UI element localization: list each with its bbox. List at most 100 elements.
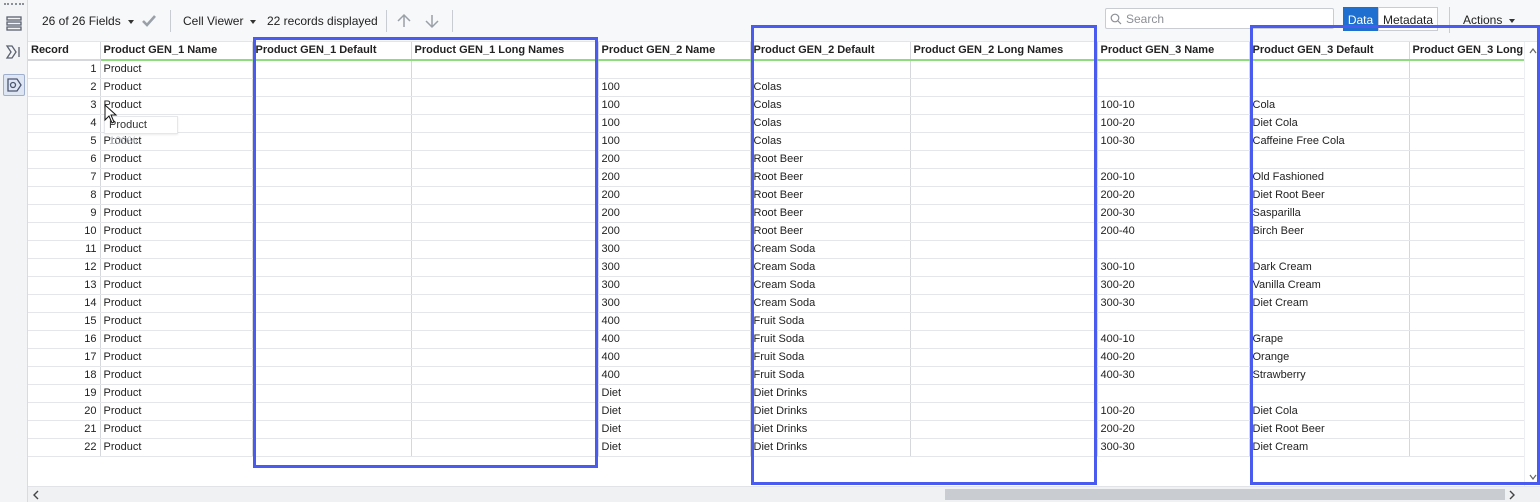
actions-menu[interactable]: Actions <box>1449 7 1533 33</box>
table-cell[interactable]: 200 <box>598 204 751 223</box>
table-cell[interactable]: Root Beer <box>750 204 911 223</box>
table-cell[interactable]: Diet <box>598 420 751 439</box>
table-cell[interactable]: Root Beer <box>750 168 911 187</box>
table-cell[interactable]: 100 <box>598 132 751 151</box>
record-number[interactable]: 2 <box>28 78 101 97</box>
record-number[interactable]: 8 <box>28 186 101 205</box>
table-cell[interactable]: Colas <box>750 114 911 133</box>
table-cell[interactable] <box>598 60 751 79</box>
table-cell[interactable]: 300 <box>598 294 751 313</box>
record-number[interactable]: 15 <box>28 312 101 331</box>
table-cell[interactable] <box>1097 60 1250 79</box>
record-number[interactable]: 3 <box>28 96 101 115</box>
table-row[interactable]: 14 Product 300 Cream Soda 300-30 Diet Cream <box>28 294 1524 313</box>
record-number[interactable]: 9 <box>28 204 101 223</box>
record-number[interactable]: 12 <box>28 258 101 277</box>
table-cell[interactable]: Product <box>100 438 253 457</box>
table-cell[interactable]: Product <box>100 402 253 421</box>
table-cell[interactable] <box>910 240 1098 259</box>
table-cell[interactable]: Product <box>100 420 253 439</box>
table-cell[interactable]: Root Beer <box>750 222 911 241</box>
table-cell[interactable] <box>411 402 599 421</box>
table-cell[interactable] <box>252 384 412 403</box>
table-cell[interactable] <box>1409 438 1524 457</box>
table-cell[interactable] <box>252 222 412 241</box>
table-cell[interactable] <box>910 114 1098 133</box>
table-row[interactable]: 8 Product 200 Root Beer 200-20 Diet Root Beer <box>28 186 1524 205</box>
table-row[interactable]: 3 Product 100 Colas 100-10 Cola <box>28 96 1524 115</box>
table-cell[interactable] <box>1409 384 1524 403</box>
column-header[interactable]: Product GEN_1 Name <box>100 42 253 61</box>
table-cell[interactable]: Diet <box>598 384 751 403</box>
table-cell[interactable]: Vanilla Cream <box>1249 276 1410 295</box>
table-cell[interactable] <box>1409 60 1524 79</box>
table-cell[interactable]: Product <box>100 222 253 241</box>
table-cell[interactable] <box>1409 330 1524 349</box>
table-row[interactable]: 22 Product Diet Diet Drinks 300-30 Diet Cream <box>28 438 1524 457</box>
table-row[interactable]: 15 Product 400 Fruit Soda <box>28 312 1524 331</box>
table-cell[interactable] <box>1409 114 1524 133</box>
table-cell[interactable] <box>1097 78 1250 97</box>
table-cell[interactable] <box>411 150 599 169</box>
table-cell[interactable]: 400 <box>598 330 751 349</box>
table-cell[interactable] <box>411 114 599 133</box>
table-cell[interactable]: 200 <box>598 168 751 187</box>
table-row[interactable]: 11 Product 300 Cream Soda <box>28 240 1524 259</box>
table-cell[interactable] <box>411 348 599 367</box>
record-number[interactable]: 4 <box>28 114 101 133</box>
record-number[interactable]: 16 <box>28 330 101 349</box>
table-cell[interactable] <box>910 258 1098 277</box>
vertical-scrollbar[interactable] <box>1524 42 1540 486</box>
table-cell[interactable] <box>910 348 1098 367</box>
table-cell[interactable] <box>1409 96 1524 115</box>
table-cell[interactable]: Product <box>100 60 253 79</box>
table-row[interactable]: 5Product100Colas100-30Caffeine Free Cola <box>28 132 1524 151</box>
table-row[interactable]: 10 Product 200 Root Beer 200-40 Birch Beer <box>28 222 1524 241</box>
table-cell[interactable]: Strawberry <box>1249 366 1410 385</box>
table-cell[interactable]: Diet Drinks <box>750 438 911 457</box>
column-header[interactable]: Product GEN_2 Default <box>750 42 911 61</box>
table-cell[interactable] <box>1249 60 1410 79</box>
table-cell[interactable]: 300-10 <box>1097 258 1250 277</box>
table-cell[interactable]: 100-30 <box>1097 132 1250 151</box>
table-row[interactable]: 18 Product 400 Fruit Soda 400-30 Strawberry <box>28 366 1524 385</box>
table-cell[interactable] <box>411 186 599 205</box>
table-cell[interactable]: 200 <box>598 186 751 205</box>
table-cell[interactable]: Orange <box>1249 348 1410 367</box>
table-cell[interactable] <box>910 132 1098 151</box>
table-row[interactable]: 21 Product Diet Diet Drinks 200-20 Diet Root … <box>28 420 1524 439</box>
table-cell[interactable] <box>411 330 599 349</box>
table-cell[interactable]: 100-20 <box>1097 402 1250 421</box>
table-cell[interactable]: 300-30 <box>1097 294 1250 313</box>
table-row[interactable]: 12 Product 300 Cream Soda 300-10 Dark Cream <box>28 258 1524 277</box>
table-cell[interactable]: Product <box>100 312 253 331</box>
table-cell[interactable] <box>252 348 412 367</box>
table-cell[interactable] <box>1097 240 1250 259</box>
table-cell[interactable]: Product <box>100 294 253 313</box>
table-cell[interactable]: 100-20 <box>1097 114 1250 133</box>
table-cell[interactable] <box>1409 258 1524 277</box>
table-cell[interactable]: Diet Cola <box>1249 402 1410 421</box>
table-cell[interactable] <box>910 78 1098 97</box>
table-cell[interactable] <box>1249 312 1410 331</box>
table-cell[interactable]: Fruit Soda <box>750 312 911 331</box>
record-number[interactable]: 21 <box>28 420 101 439</box>
table-cell[interactable]: Dark Cream <box>1249 258 1410 277</box>
table-cell[interactable] <box>910 384 1098 403</box>
arrow-up-icon[interactable] <box>395 11 413 31</box>
table-cell[interactable] <box>1409 150 1524 169</box>
table-cell[interactable] <box>1249 240 1410 259</box>
table-cell[interactable]: 200-20 <box>1097 420 1250 439</box>
table-cell[interactable] <box>252 204 412 223</box>
table-cell[interactable]: Grape <box>1249 330 1410 349</box>
table-cell[interactable] <box>411 132 599 151</box>
table-cell[interactable]: Product <box>100 258 253 277</box>
scroll-right-icon[interactable] <box>1508 490 1516 500</box>
table-cell[interactable] <box>1409 402 1524 421</box>
column-header[interactable]: Product GEN_2 Name <box>598 42 751 61</box>
table-row[interactable]: 9 Product 200 Root Beer 200-30 Sasparilla <box>28 204 1524 223</box>
table-cell[interactable]: 400 <box>598 366 751 385</box>
table-cell[interactable]: 400-10 <box>1097 330 1250 349</box>
table-cell[interactable] <box>1097 150 1250 169</box>
table-cell[interactable]: Diet <box>598 438 751 457</box>
